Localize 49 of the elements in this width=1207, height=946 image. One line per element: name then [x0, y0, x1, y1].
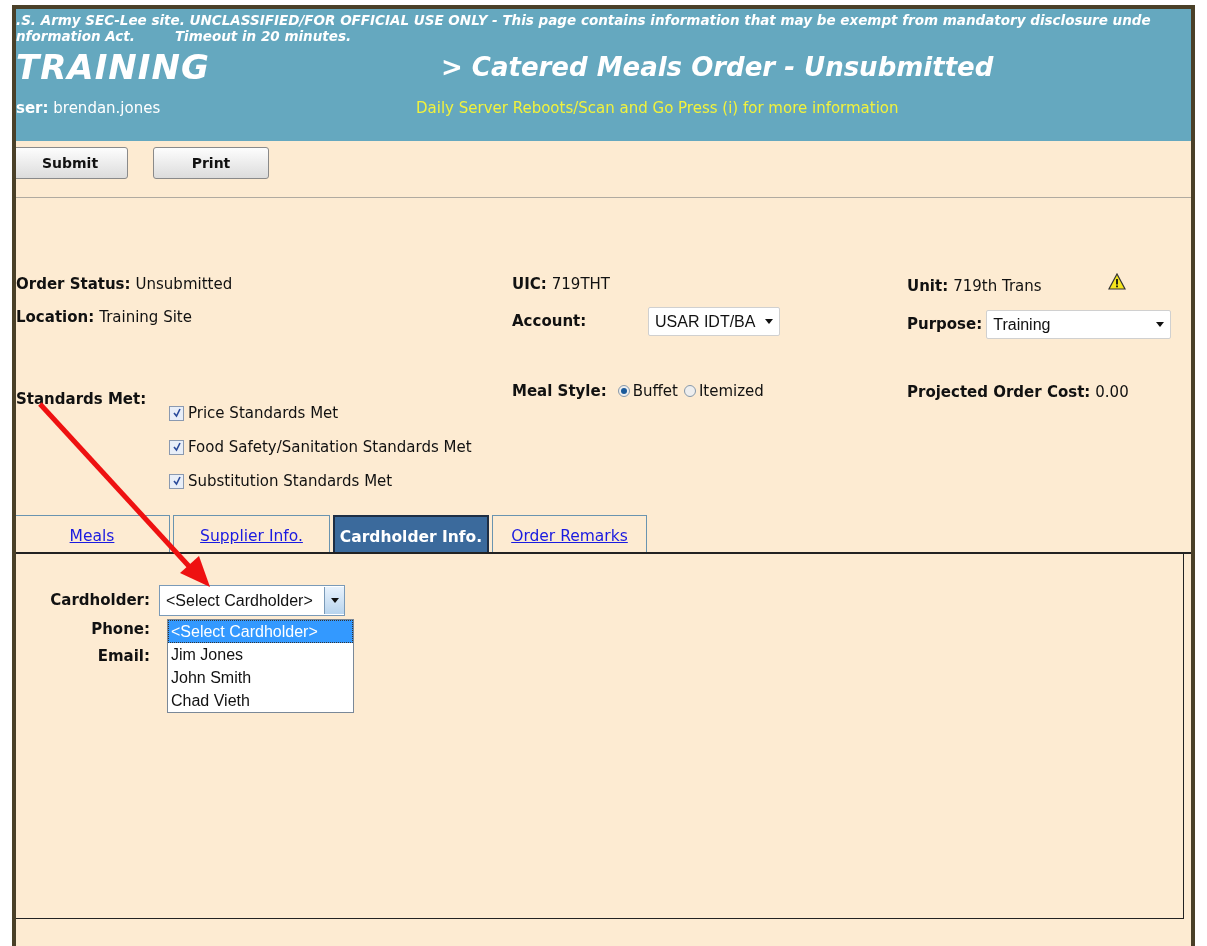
tab[interactable]: Supplier Info.: [173, 515, 330, 552]
timeout-notice: Timeout in 20 minutes.: [174, 28, 352, 44]
checkbox[interactable]: [169, 439, 184, 455]
radio-button[interactable]: [617, 385, 630, 397]
account-select[interactable]: USAR IDT/BA: [648, 307, 780, 336]
checkbox-label: Substitution Standards Met: [188, 472, 393, 490]
cardholder-select[interactable]: <Select Cardholder>: [159, 585, 345, 616]
dropdown-option[interactable]: Chad Vieth: [168, 689, 353, 712]
page-title: > Catered Meals Order - Unsubmitted: [441, 52, 994, 82]
field-label: Account:: [512, 312, 588, 330]
field-label: Projected Order Cost:: [907, 383, 1091, 401]
security-notice: nformation Act.: [16, 28, 135, 44]
field-label: Location:: [16, 308, 95, 326]
projected-cost-value: 0.00: [1095, 383, 1129, 401]
tab[interactable]: Cardholder Info.: [333, 515, 489, 552]
field-label: Phone:: [90, 619, 151, 640]
field-label: Purpose:: [907, 315, 983, 333]
field-label: Unit:: [907, 277, 949, 295]
toolbar-button[interactable]: Submit: [16, 147, 128, 179]
purpose-select[interactable]: Training: [986, 310, 1172, 339]
radio-label: Buffet: [632, 382, 678, 400]
user-label: ser:: [16, 99, 49, 117]
dropdown-arrow-icon: [330, 598, 339, 603]
security-notice: .S. Army SEC-Lee site. UNCLASSIFIED/FOR OFFICIAL USE ONLY - This page contains information that may be exempt from mandatory disclosure unde: [16, 12, 1152, 28]
dropdown-option[interactable]: John Smith: [168, 666, 353, 689]
tab[interactable]: Meals: [16, 515, 170, 552]
unit-value: 719th Trans: [953, 277, 1042, 295]
checkbox-label: Price Standards Met: [188, 404, 339, 422]
checkbox[interactable]: [169, 405, 184, 421]
radio-button[interactable]: [683, 385, 696, 397]
checkbox-label: Food Safety/Sanitation Standards Met: [188, 438, 472, 456]
dropdown-arrow-icon: [765, 319, 773, 324]
environment-title: TRAINING: [16, 47, 211, 87]
field-label: Cardholder:: [49, 590, 151, 611]
radio-label: Itemized: [698, 382, 764, 400]
tab[interactable]: Order Remarks: [492, 515, 647, 552]
checkbox[interactable]: [169, 473, 184, 489]
uic-value: 719THT: [551, 275, 611, 293]
field-label: Standards Met:: [16, 390, 148, 410]
order-status-value: Unsubmitted: [135, 275, 233, 293]
dropdown-option[interactable]: Jim Jones: [168, 643, 353, 666]
toolbar-button[interactable]: Print: [153, 147, 269, 179]
field-label: UIC:: [512, 275, 547, 293]
field-label: Order Status:: [16, 275, 131, 293]
field-label: Email:: [96, 646, 151, 667]
user-name: brendan.jones: [53, 99, 161, 117]
location-value: Training Site: [99, 308, 192, 326]
field-label: Meal Style:: [512, 382, 607, 400]
dropdown-arrow-icon: [1156, 322, 1165, 327]
